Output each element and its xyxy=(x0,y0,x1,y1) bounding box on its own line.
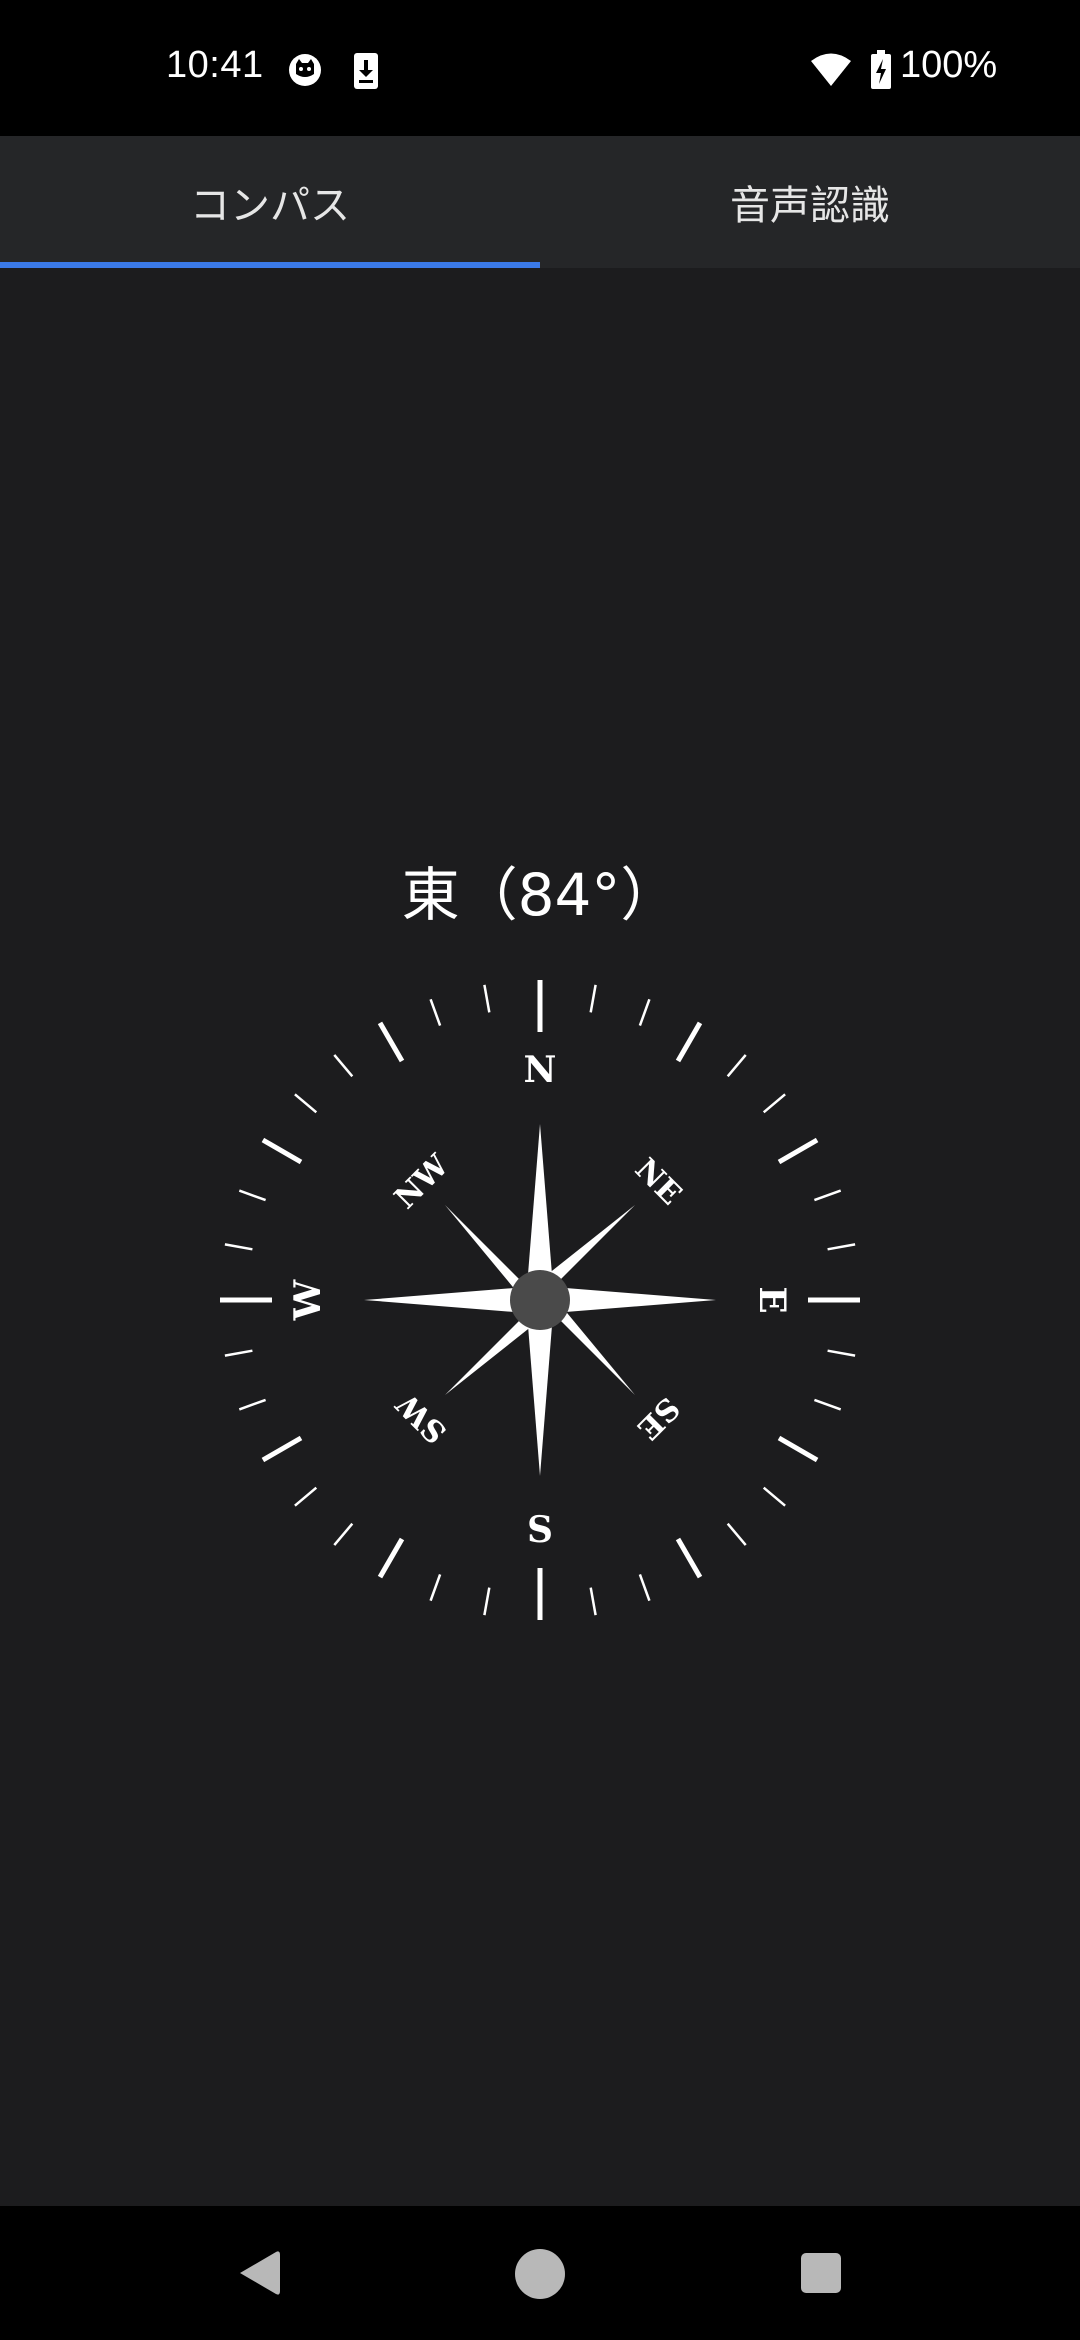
compass-label-ne: NE xyxy=(628,1152,688,1212)
compass-tick xyxy=(762,1093,786,1114)
compass-tick xyxy=(429,1573,442,1602)
compass-tick xyxy=(261,1137,303,1165)
compass-label-e: E xyxy=(751,1286,793,1313)
compass-tick xyxy=(377,1021,405,1063)
compass-label-se: SE xyxy=(630,1390,686,1446)
compass-tick xyxy=(813,1398,842,1411)
wifi-icon xyxy=(811,53,851,86)
compass-tick xyxy=(333,1522,354,1546)
status-time: 10:41 xyxy=(166,44,264,86)
compass-tick xyxy=(224,1349,253,1357)
home-icon[interactable] xyxy=(514,2248,566,2300)
compass-tick xyxy=(638,998,651,1027)
compass-tick xyxy=(675,1537,703,1579)
compass-tick xyxy=(777,1137,819,1165)
compass-tick xyxy=(762,1486,786,1507)
compass-label-sw: SW xyxy=(389,1385,454,1450)
compass-rose: N S E W NE SE SW NW xyxy=(220,980,860,1620)
compass-tick xyxy=(261,1435,303,1463)
cat-icon xyxy=(289,54,321,86)
navigation-bar xyxy=(0,2206,1080,2340)
heading-readout: 東（84°） xyxy=(401,861,679,929)
compass-tick xyxy=(726,1522,747,1546)
compass-tick xyxy=(429,998,442,1027)
download-icon xyxy=(354,53,378,89)
compass-tick xyxy=(827,1349,856,1357)
compass-tick xyxy=(827,1243,856,1251)
tab-voice-recognition[interactable]: 音声認識 xyxy=(540,136,1080,268)
compass-label-n: N xyxy=(524,1049,557,1091)
compass-tick xyxy=(813,1189,842,1202)
compass-tick xyxy=(638,1573,651,1602)
battery-charging-icon xyxy=(871,50,891,89)
compass-tick xyxy=(483,1587,491,1616)
tab-bar: コンパス 音声認識 xyxy=(0,136,1080,268)
compass-tick xyxy=(294,1486,318,1507)
tab-compass-label: コンパス xyxy=(190,183,350,229)
compass-tick xyxy=(675,1021,703,1063)
compass-tick xyxy=(238,1398,267,1411)
compass-tick xyxy=(238,1189,267,1202)
compass-label-w: W xyxy=(287,1279,329,1321)
tab-compass[interactable]: コンパス xyxy=(0,136,540,268)
status-bar: 10:41 100% xyxy=(0,0,1080,136)
compass-tick xyxy=(589,984,597,1013)
recents-icon[interactable] xyxy=(800,2252,842,2294)
compass-tick xyxy=(589,1587,597,1616)
tab-voice-recognition-label: 音声認識 xyxy=(730,183,890,229)
compass-label-nw: NW xyxy=(388,1147,457,1216)
battery-percent: 100% xyxy=(900,44,998,86)
compass-tick xyxy=(224,1243,253,1251)
compass-tick xyxy=(483,984,491,1013)
compass-tick xyxy=(377,1537,405,1579)
compass-tick xyxy=(333,1054,354,1078)
compass-label-s: S xyxy=(527,1509,553,1551)
compass-tick xyxy=(294,1093,318,1114)
compass-tick xyxy=(777,1435,819,1463)
back-icon[interactable] xyxy=(236,2248,282,2298)
compass-tick xyxy=(726,1054,747,1078)
